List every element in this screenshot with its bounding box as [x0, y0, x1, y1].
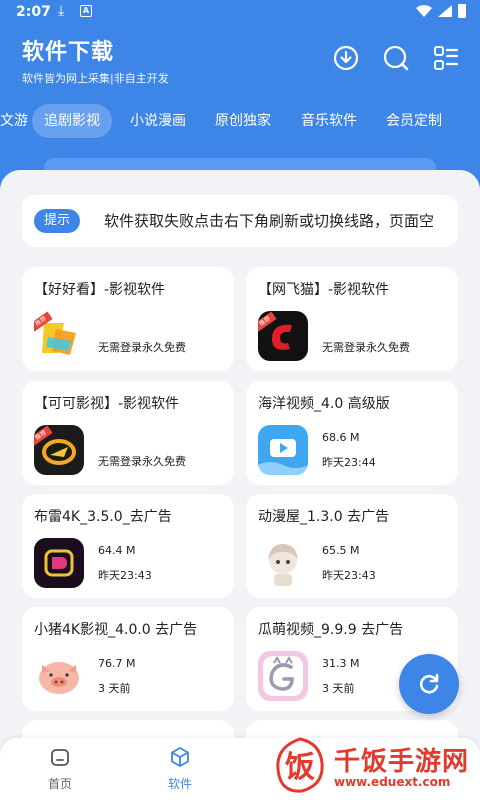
app-name: 动漫屋_1.3.0 去广告 — [258, 509, 390, 525]
app-header: 软件下载 软件皆为网上采集|非自主开发 — [22, 34, 169, 86]
signal-icon — [438, 5, 452, 17]
app-name: 【好好看】-影视软件 — [34, 282, 166, 298]
app-size: 31.3 M — [322, 657, 360, 670]
notice-tag: 提示 — [34, 209, 81, 233]
app-card[interactable]: 【可可影视】-影视软件 推荐 无需登录永久免费 — [22, 381, 234, 485]
refresh-button[interactable] — [399, 654, 459, 714]
notice-text: 软件获取失败点击右下角刷新或切换线路，页面空 — [104, 212, 435, 230]
app-size: 68.6 M — [322, 431, 360, 444]
nav-software-label: 软件 — [167, 777, 192, 791]
app-name: 【可可影视】-影视软件 — [34, 396, 180, 412]
app-date: 昨天23:43 — [322, 569, 376, 582]
watermark-url: www.eduext.com — [334, 775, 451, 789]
guameng-app-icon — [258, 651, 308, 701]
dongmanwu-app-icon — [258, 538, 308, 588]
page-subtitle: 软件皆为网上采集|非自主开发 — [22, 72, 169, 85]
nav-home-label: 首页 — [47, 777, 72, 791]
watermark-brand: 千饭手游网 — [334, 747, 470, 777]
app-date: 昨天23:43 — [98, 569, 152, 582]
search-icon[interactable] — [382, 44, 410, 72]
app-name: 海洋视频_4.0 高级版 — [258, 396, 390, 412]
notice-bar: 提示 软件获取失败点击右下角刷新或切换线路，页面空 — [22, 195, 458, 247]
svg-text:饭: 饭 — [285, 750, 315, 785]
tab-yuanchuang[interactable]: 原创独家 — [215, 104, 271, 138]
app-info: 无需登录永久免费 — [98, 455, 186, 468]
box-icon — [171, 747, 189, 767]
app-name: 【网飞猫】-影视软件 — [258, 282, 390, 298]
app-size: 64.4 M — [98, 544, 136, 557]
app-card[interactable]: 小猪4K影视_4.0.0 去广告 76.7 M 3 天前 — [22, 607, 234, 711]
app-size: 76.7 M — [98, 657, 136, 670]
app-card[interactable]: 海洋视频_4.0 高级版 68.6 M 昨天23:44 — [246, 381, 458, 485]
bulei-app-icon — [34, 538, 84, 588]
haiyang-app-icon — [258, 425, 308, 475]
wangfeimao-app-icon: 推荐 — [258, 311, 308, 361]
haohaokan-app-icon: 推荐 — [34, 311, 84, 361]
xiaozhu-app-icon — [34, 651, 84, 701]
app-date: 3 天前 — [322, 682, 355, 695]
app-info: 无需登录永久免费 — [322, 341, 410, 354]
header-actions — [332, 44, 460, 72]
watermark: 饭 千饭手游网 www.eduext.com — [268, 735, 480, 797]
page-title: 软件下载 — [22, 40, 115, 65]
nav-software[interactable]: 软件 — [150, 746, 210, 792]
app-info: 无需登录永久免费 — [98, 341, 186, 354]
app-name: 小猪4K影视_4.0.0 去广告 — [34, 622, 198, 638]
refresh-icon — [419, 673, 439, 694]
download-icon[interactable] — [332, 44, 360, 72]
app-date: 昨天23:44 — [322, 456, 376, 469]
app-name: 瓜萌视频_9.9.9 去广告 — [258, 622, 404, 638]
app-size: 65.5 M — [322, 544, 360, 557]
app-card[interactable]: 【好好看】-影视软件 推荐 无需登录永久免费 — [22, 267, 234, 371]
nav-home[interactable]: 首页 — [30, 746, 90, 792]
tab-zhuiju[interactable]: 追剧影视 — [32, 104, 112, 138]
category-tabs: 文游 追剧影视 小说漫画 原创独家 音乐软件 会员定制 — [0, 104, 480, 138]
tab-xiaoshuo[interactable]: 小说漫画 — [130, 104, 186, 138]
app-date: 3 天前 — [98, 682, 131, 695]
tab-huiyuan[interactable]: 会员定制 — [386, 104, 442, 138]
app-card[interactable]: 布雷4K_3.5.0_去广告 64.4 M 昨天23:43 — [22, 494, 234, 598]
menu-grid-icon[interactable] — [432, 44, 460, 72]
app-notification-icon: A — [80, 5, 92, 17]
app-card[interactable]: 动漫屋_1.3.0 去广告 65.5 M 昨天23:43 — [246, 494, 458, 598]
status-time: 2:07 — [16, 4, 51, 20]
keke-app-icon: 推荐 — [34, 425, 84, 475]
wifi-icon — [416, 5, 432, 17]
app-name: 布雷4K_3.5.0_去广告 — [34, 509, 172, 525]
battery-icon — [458, 4, 466, 18]
tab-wenyou[interactable]: 文游 — [0, 104, 28, 138]
download-notification-icon: ⤓ — [58, 3, 65, 19]
watermark-seal-icon: 饭 — [276, 737, 324, 793]
app-card[interactable]: 【网飞猫】-影视软件 推荐 无需登录永久免费 — [246, 267, 458, 371]
home-icon — [51, 749, 69, 766]
tab-yinyue[interactable]: 音乐软件 — [301, 104, 357, 138]
status-bar: 2:07 ⤓ A — [0, 0, 480, 26]
